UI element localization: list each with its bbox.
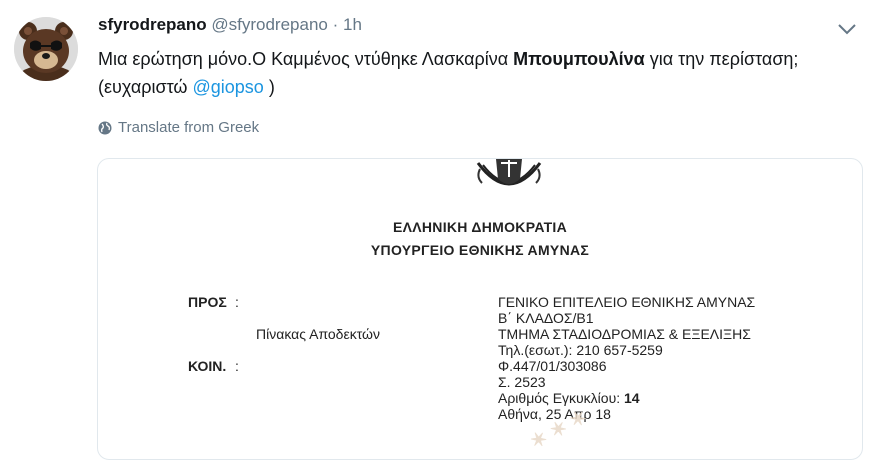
bear-avatar-icon xyxy=(14,17,78,81)
tweet-text: Μια ερώτηση μόνο.Ο Καμμένος ντύθηκε Λασκ… xyxy=(98,45,858,101)
doc-label-koin: ΚΟΙΝ. xyxy=(188,358,227,374)
doc-label-pros: ΠΡΟΣ xyxy=(188,294,227,310)
tweet-text-bold: Μπουμπουλίνα xyxy=(513,49,645,69)
doc-heading-republic: ΕΛΛΗΝΙΚΗ ΔΗΜΟΚΡΑΤΙΑ xyxy=(392,219,568,235)
tweet-header: sfyrodrepano @sfyrodrepano · 1h xyxy=(98,14,362,36)
avatar[interactable] xyxy=(14,17,78,81)
doc-recipients-label: Πίνακας Αποδεκτών xyxy=(256,326,380,342)
user-handle[interactable]: @sfyrodrepano xyxy=(211,15,328,34)
document-image: ΕΛΛΗΝΙΚΗ ΔΗΜΟΚΡΑΤΙΑ ΥΠΟΥΡΓΕΙΟ ΕΘΝΙΚΗΣ ΑΜ… xyxy=(98,159,862,459)
tweet-text-part1: Μια ερώτηση μόνο.Ο Καμμένος ντύθηκε Λασκ… xyxy=(98,49,514,69)
doc-circular-number: 14 xyxy=(624,390,640,406)
doc-colon-pros: : xyxy=(235,294,239,310)
translate-label: Translate from Greek xyxy=(118,119,260,136)
doc-right-line: Φ.447/01/303086 xyxy=(498,358,607,374)
chevron-down-icon[interactable] xyxy=(836,20,858,38)
separator-dot: · xyxy=(332,15,339,34)
mention-link[interactable]: @giopso xyxy=(193,77,264,97)
doc-circular-line: Αριθμός Εγκυκλίου: 14 xyxy=(498,390,640,406)
doc-right-line: ΓΕΝΙΚΟ ΕΠΙΤΕΛΕΙΟ ΕΘΝΙΚΗΣ ΑΜΥΝΑΣ xyxy=(498,294,756,310)
doc-right-line: ΤΜΗΜΑ ΣΤΑΔΙΟΔΡΟΜΙΑΣ & ΕΞΕΛΙΞΗΣ xyxy=(498,326,751,342)
doc-colon-koin: : xyxy=(235,358,239,374)
timestamp[interactable]: 1h xyxy=(343,15,362,34)
doc-heading-ministry: ΥΠΟΥΡΓΕΙΟ ΕΘΝΙΚΗΣ ΑΜΥΝΑΣ xyxy=(370,242,590,258)
doc-right-line: Β΄ ΚΛΑΔΟΣ/Β1 xyxy=(498,310,594,326)
tweet-text-part3: ) xyxy=(263,77,275,97)
doc-right-line: Σ. 2523 xyxy=(498,374,546,390)
display-name[interactable]: sfyrodrepano xyxy=(98,15,207,34)
translate-link[interactable]: Translate from Greek xyxy=(98,119,259,136)
globe-icon xyxy=(98,121,112,134)
media-card[interactable]: ΕΛΛΗΝΙΚΗ ΔΗΜΟΚΡΑΤΙΑ ΥΠΟΥΡΓΕΙΟ ΕΘΝΙΚΗΣ ΑΜ… xyxy=(97,158,863,460)
doc-circular-label: Αριθμός Εγκυκλίου: xyxy=(498,390,625,406)
coat-of-arms-icon xyxy=(476,159,542,186)
doc-right-line: Τηλ.(εσωτ.): 210 657-5259 xyxy=(498,342,663,358)
